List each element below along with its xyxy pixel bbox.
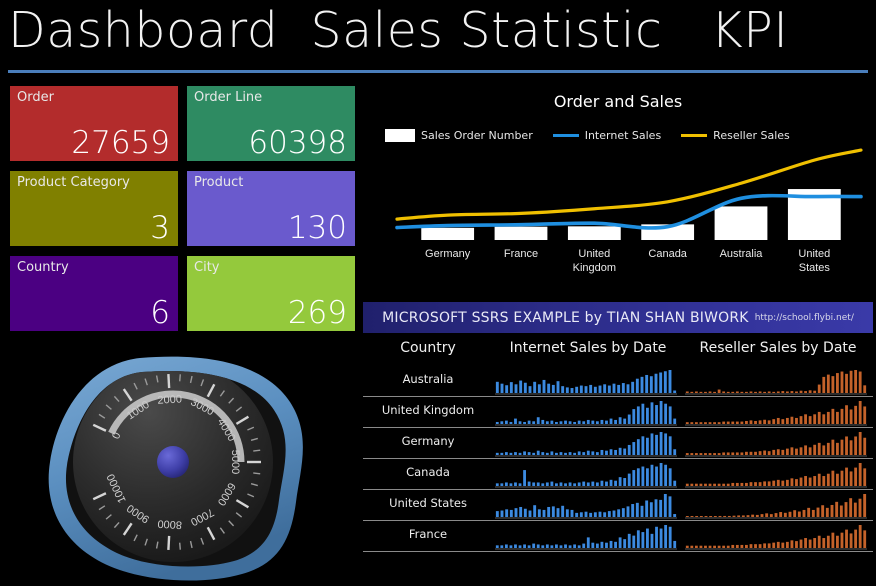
column-header-reseller: Reseller Sales by Date [699,340,857,356]
table-row[interactable]: France [363,521,873,552]
sales-gauge[interactable]: 0100020003000400050006000700080009000100… [28,350,320,586]
table-header-row: Country Internet Sales by Date Reseller … [363,336,873,366]
reseller-sparkline-svg [685,463,867,488]
internet-sparkline-svg [495,463,677,488]
reseller-sparkline-svg [685,525,867,550]
table-row[interactable]: United Kingdom [363,397,873,428]
chart-bar [714,206,768,240]
reseller-sparkline-svg [685,370,867,395]
reseller-sparkline-svg [685,494,867,519]
reseller-sales-sparkline [685,522,867,550]
chart-category-label: Canada [648,248,687,260]
kpi-tile-label: City [194,260,220,275]
kpi-tile-label: Product [194,175,244,190]
column-header-country: Country [400,340,456,356]
row-country-label: United States [389,496,467,510]
table-body: Australia United Kingdom Germany Canada Unit… [363,366,873,552]
kpi-tile-value: 27659 [71,125,170,161]
order-and-sales-chart: Order and Sales Sales Order Number Intern… [363,86,873,292]
kpi-tile-country[interactable]: Country 6 [10,256,178,331]
table-row[interactable]: Germany [363,428,873,459]
chart-bar [494,226,548,240]
legend-swatch-line-icon [552,134,579,137]
kpi-tile-label: Order [17,90,54,105]
banner-url[interactable]: http://school.flybi.net/ [755,313,854,323]
gauge-tick-label: 8000 [157,517,182,530]
internet-sales-sparkline [495,398,677,426]
reseller-sales-sparkline [685,367,867,395]
chart-plot-area: Germany France United Kingdom Canada Australi… [363,148,873,292]
legend-label: Sales Order Number [421,129,533,142]
page-header: Dashboard Sales Statistic KPI [0,0,876,78]
kpi-tile-value: 6 [150,295,170,331]
internet-sales-sparkline [495,522,677,550]
chart-svg: Germany France United Kingdom Canada Australi… [395,148,863,274]
gauge-pivot [157,446,189,478]
legend-item-sales-order-number[interactable]: Sales Order Number [385,129,533,142]
legend-label: Internet Sales [584,129,662,142]
row-country-label: Canada [406,465,450,479]
kpi-tile-product[interactable]: Product 130 [187,171,355,246]
chart-category-label: United [798,248,830,260]
kpi-tile-value: 60398 [248,125,347,161]
internet-sparkline-svg [495,401,677,426]
legend-item-reseller-sales[interactable]: Reseller Sales [681,129,790,142]
chart-category-label: Kingdom [573,262,616,274]
chart-legend: Sales Order Number Internet Sales Reseller… [385,129,855,142]
internet-sparkline-svg [495,494,677,519]
chart-category-label: United [578,248,610,260]
chart-title: Order and Sales [553,92,683,111]
header-divider [8,70,868,73]
table-row[interactable]: Canada [363,459,873,490]
banner-text: MICROSOFT SSRS EXAMPLE by TIAN SHAN BIWO… [382,309,749,326]
promo-banner[interactable]: MICROSOFT SSRS EXAMPLE by TIAN SHAN BIWO… [363,302,873,333]
internet-sparkline-svg [495,370,677,395]
internet-sales-sparkline [495,429,677,457]
legend-swatch-line-icon [681,134,708,137]
reseller-sales-sparkline [685,460,867,488]
internet-sales-sparkline [495,460,677,488]
chart-category-label: States [799,262,831,274]
column-header-internet: Internet Sales by Date [509,340,667,356]
dashboard-root: Dashboard Sales Statistic KPI Order 27659… [0,0,876,586]
reseller-sales-sparkline [685,491,867,519]
kpi-tile-value: 3 [150,210,170,246]
kpi-tile-label: Order Line [194,90,263,105]
kpi-tile-value: 269 [287,295,347,331]
row-country-label: United Kingdom [381,403,475,417]
row-country-label: Australia [402,372,454,386]
legend-item-internet-sales[interactable]: Internet Sales [552,129,662,142]
internet-sales-sparkline [495,367,677,395]
chart-category-label: Australia [720,248,764,260]
kpi-tile-city[interactable]: City 269 [187,256,355,331]
table-row[interactable]: Australia [363,366,873,397]
table-row[interactable]: United States [363,490,873,521]
internet-sales-sparkline [495,491,677,519]
kpi-tile-order-line[interactable]: Order Line 60398 [187,86,355,161]
legend-swatch-box-icon [385,129,415,142]
reseller-sales-sparkline [685,398,867,426]
reseller-sparkline-svg [685,432,867,457]
kpi-tile-order[interactable]: Order 27659 [10,86,178,161]
reseller-sparkline-svg [685,401,867,426]
internet-sparkline-svg [495,432,677,457]
internet-sparkline-svg [495,525,677,550]
chart-bar [421,227,475,240]
chart-bar [567,226,621,240]
kpi-tile-grid: Order 27659 Order Line 60398 Product Categor… [10,86,355,331]
kpi-tile-product-category[interactable]: Product Category 3 [10,171,178,246]
kpi-tile-value: 130 [287,210,347,246]
legend-label: Reseller Sales [713,129,790,142]
chart-category-label: Germany [425,248,471,260]
row-country-label: France [408,527,448,541]
row-country-label: Germany [401,434,455,448]
sales-by-date-table: Country Internet Sales by Date Reseller … [363,336,873,586]
kpi-tile-label: Country [17,260,69,275]
reseller-sales-sparkline [685,429,867,457]
kpi-tile-label: Product Category [17,175,130,190]
page-title: Dashboard Sales Statistic KPI [8,2,789,59]
chart-category-label: France [504,248,538,260]
